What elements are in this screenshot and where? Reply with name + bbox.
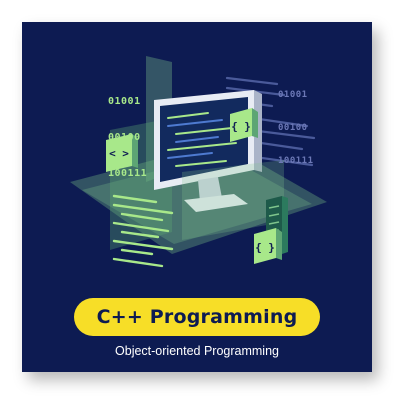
binary-line: 00100 xyxy=(108,132,141,143)
binary-line: 00100 xyxy=(278,123,308,133)
course-card: < > { } { } 01001 00100 100111 01001 001… xyxy=(22,22,372,372)
screenshot-canvas: < > { } { } 01001 00100 100111 01001 001… xyxy=(0,0,400,400)
binary-text-right: 01001 00100 100111 xyxy=(278,68,314,189)
title-badge: C++ Programming xyxy=(74,298,320,336)
course-title: C++ Programming xyxy=(96,306,298,328)
binary-line: 100111 xyxy=(278,156,314,166)
binary-line: 100111 xyxy=(108,168,148,179)
binary-line: 01001 xyxy=(278,90,308,100)
badge-right-text: { } xyxy=(231,120,251,133)
binary-line: 01001 xyxy=(108,96,141,107)
binary-text-left: 01001 00100 100111 xyxy=(108,72,147,204)
badge-bottom-text: { } xyxy=(255,241,275,254)
course-subtitle: Object-oriented Programming xyxy=(115,344,279,358)
